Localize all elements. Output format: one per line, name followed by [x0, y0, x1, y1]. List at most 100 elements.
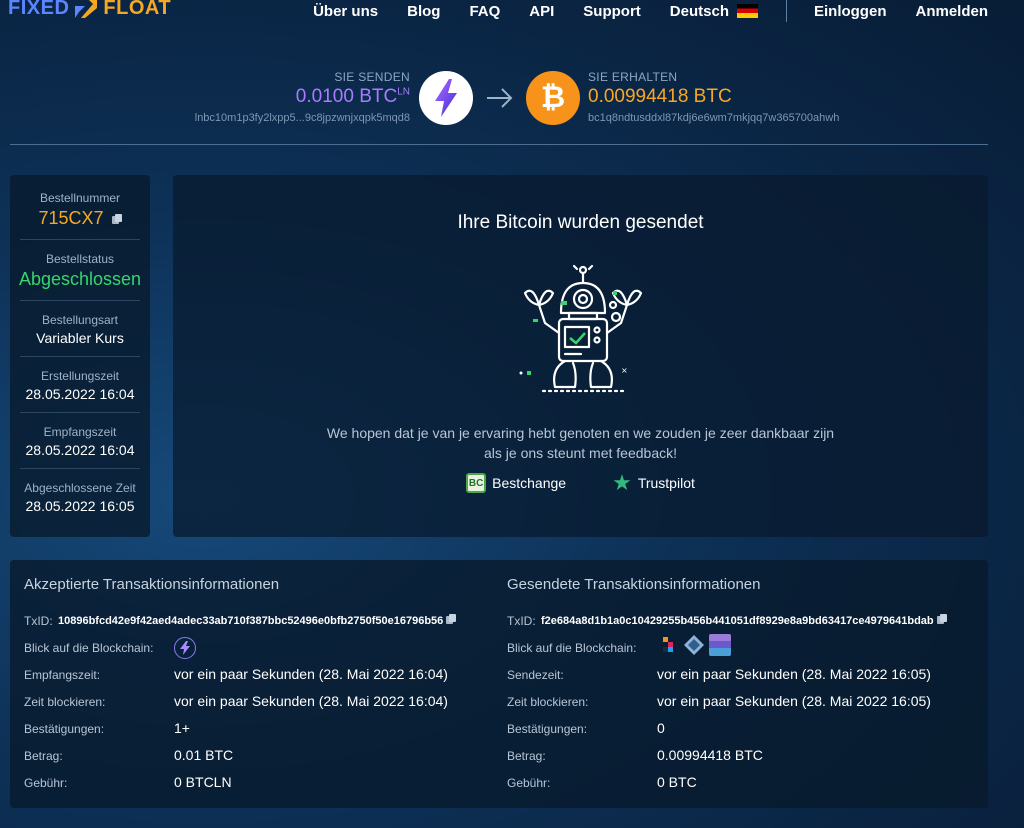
sent-tx-title: Gesendete Transaktionsinformationen [507, 576, 761, 593]
accepted-fee-row: Gebühr: 0 BTCLN [24, 774, 232, 790]
confirmations-value: 1+ [174, 720, 190, 736]
german-flag-icon [736, 4, 758, 18]
lightning-coin-icon [419, 71, 473, 125]
logo[interactable]: FIXED FLOAT [8, 0, 171, 20]
order-status-value: Abgeschlossen [18, 269, 142, 289]
confirmations-value: 0 [657, 720, 665, 736]
logo-mark-icon [75, 0, 98, 18]
register-link[interactable]: Anmelden [915, 3, 988, 20]
receive-amount: 0.00994418 BTC [588, 86, 732, 107]
accepted-txid[interactable]: 10896bfcd42e9f42aed4adec33ab710f387bbc52… [58, 614, 457, 627]
received-time-label: Empfangszeit: [24, 668, 101, 682]
copy-icon[interactable] [111, 214, 122, 225]
accepted-block-row: Zeit blockieren: vor ein paar Sekunden (… [24, 693, 448, 709]
explorer-links [657, 634, 731, 656]
send-amount-value: 0.0100 BTC [295, 86, 398, 107]
accepted-tx-title: Akzeptierte Transaktionsinformationen [24, 576, 280, 593]
trustpilot-label: Trustpilot [637, 475, 695, 491]
received-time-value: vor ein paar Sekunden (28. Mai 2022 16:0… [174, 666, 448, 682]
sent-amount-row: Betrag: 0.00994418 BTC [507, 747, 763, 763]
blockchain-label: Blick auf die Blockchain: [507, 641, 637, 655]
section-divider [10, 144, 988, 145]
top-bar: FIXED FLOAT Über uns Blog FAQ API Suppor… [0, 0, 1024, 22]
block-time-value: vor ein paar Sekunden (28. Mai 2022 16:0… [657, 693, 931, 709]
sent-blockchain-row: Blick auf die Blockchain: [507, 634, 731, 656]
nav-faq[interactable]: FAQ [469, 3, 500, 20]
sent-txid-row: TxID: f2e684a8d1b1a0c10429255b456b441051… [507, 614, 947, 628]
transactions-panel: Akzeptierte Transaktionsinformationen Tx… [10, 560, 988, 808]
sent-time-row: Sendezeit: vor ein paar Sekunden (28. Ma… [507, 666, 931, 682]
sent-confirm-row: Bestätigungen: 0 [507, 720, 665, 736]
arrow-right-icon [487, 88, 513, 108]
logo-text-float: FLOAT [103, 0, 172, 19]
receive-label: SIE ERHALTEN [588, 70, 678, 84]
order-type-value: Variabler Kurs [36, 330, 124, 346]
order-number-row: Bestellnummer 715CX7 [10, 175, 150, 239]
completed-time-row: Abgeschlossene Zeit 28.05.2022 16:05 [10, 469, 150, 514]
accepted-confirm-row: Bestätigungen: 1+ [24, 720, 190, 736]
bitcoin-coin-icon: ₿ [526, 71, 580, 125]
fee-value: 0 BTC [657, 774, 697, 790]
nav-api[interactable]: API [529, 3, 554, 20]
blockstream-icon[interactable] [683, 634, 705, 656]
send-address[interactable]: lnbc10m1p3fy2lxpp5...9c8jpzwnjxqpk5mqd8 [195, 112, 410, 124]
mempool-icon[interactable] [709, 634, 731, 656]
trustpilot-link[interactable]: ★ Trustpilot [612, 470, 695, 495]
receive-block: SIE ERHALTEN 0.00994418 BTC bc1q8ndtusdd… [588, 70, 839, 124]
created-time-label: Erstellungszeit [40, 369, 120, 383]
order-number-label: Bestellnummer [39, 191, 121, 205]
amount-label: Betrag: [507, 749, 546, 763]
accepted-tx-column: Akzeptierte Transaktionsinformationen Tx… [24, 560, 504, 808]
order-type-row: Bestellungsart Variabler Kurs [10, 301, 150, 356]
amount-value: 0.01 BTC [174, 747, 234, 763]
block-time-label: Zeit blockieren: [507, 695, 589, 709]
transfer-summary: SIE SENDEN 0.0100 BTCLN lnbc10m1p3fy2lxp… [0, 60, 1024, 140]
sent-txid[interactable]: f2e684a8d1b1a0c10429255b456b441051df8929… [541, 614, 947, 627]
accepted-blockchain-row: Blick auf die Blockchain: [24, 637, 196, 659]
order-details-panel: Bestellnummer 715CX7 Bestellstatus Abges… [10, 175, 150, 537]
accepted-amount-row: Betrag: 0.01 BTC [24, 747, 233, 763]
thanks-message: We hopen dat je van je ervaring hebt gen… [326, 425, 835, 461]
lightning-explorer-icon[interactable] [174, 637, 196, 659]
star-icon: ★ [612, 470, 632, 495]
sent-block-row: Zeit blockieren: vor ein paar Sekunden (… [507, 693, 931, 709]
completed-time-label: Abgeschlossene Zeit [24, 481, 136, 495]
copy-icon[interactable] [936, 614, 947, 625]
bestchange-link[interactable]: BC Bestchange [466, 473, 566, 493]
block-time-label: Zeit blockieren: [24, 695, 106, 709]
send-label: SIE SENDEN [334, 70, 410, 84]
language-selector[interactable]: Deutsch [670, 3, 758, 20]
received-time-value: 28.05.2022 16:04 [25, 442, 135, 458]
sent-tx-column: Gesendete Transaktionsinformationen TxID… [507, 560, 987, 808]
send-amount: 0.0100 BTCLN [195, 86, 410, 108]
bestchange-logo-icon: BC [466, 473, 487, 493]
txid-label: TxID: [24, 614, 53, 628]
robot-illustration-icon: × [519, 264, 643, 393]
order-status-row: Bestellstatus Abgeschlossen [10, 240, 150, 300]
nav-blog[interactable]: Blog [407, 3, 440, 20]
created-time-value: 28.05.2022 16:04 [25, 386, 135, 402]
language-label: Deutsch [669, 2, 729, 20]
order-number-value: 715CX7 [38, 208, 104, 228]
copy-icon[interactable] [446, 614, 457, 625]
amount-value: 0.00994418 BTC [657, 747, 763, 763]
fee-label: Gebühr: [24, 776, 68, 790]
success-title: Ihre Bitcoin wurden gesendet [457, 212, 704, 233]
nav-support[interactable]: Support [583, 3, 641, 20]
order-type-label: Bestellungsart [41, 313, 119, 327]
sent-fee-row: Gebühr: 0 BTC [507, 774, 697, 790]
bestchange-label: Bestchange [492, 475, 567, 491]
received-time-label: Empfangszeit [43, 425, 117, 439]
received-time-row: Empfangszeit 28.05.2022 16:04 [10, 413, 150, 468]
order-status-label: Bestellstatus [45, 252, 115, 266]
blockchair-icon[interactable] [657, 634, 679, 656]
send-block: SIE SENDEN 0.0100 BTCLN lnbc10m1p3fy2lxp… [195, 70, 410, 124]
completed-time-value: 28.05.2022 16:05 [25, 498, 135, 514]
created-time-row: Erstellungszeit 28.05.2022 16:04 [10, 357, 150, 412]
nav-about[interactable]: Über uns [313, 3, 378, 20]
fee-value: 0 BTCLN [174, 774, 232, 790]
login-link[interactable]: Einloggen [814, 3, 887, 20]
amount-label: Betrag: [24, 749, 63, 763]
sent-time-value: vor ein paar Sekunden (28. Mai 2022 16:0… [657, 666, 931, 682]
receive-address[interactable]: bc1q8ndtusddxl87kdj6e6wm7mkjqq7w365700ah… [588, 112, 839, 124]
